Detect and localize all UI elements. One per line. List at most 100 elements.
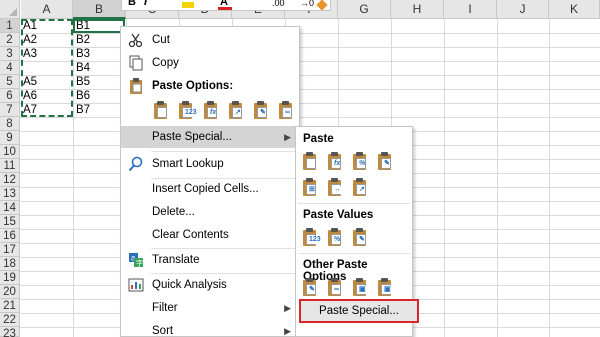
cell-b3[interactable]: B3 bbox=[74, 47, 90, 62]
row-header-5[interactable]: 5 bbox=[0, 75, 20, 89]
keep-source-formatting-icon[interactable]: ✎ bbox=[376, 151, 396, 173]
paste-link-icon[interactable]: ∞ bbox=[277, 100, 297, 122]
copy-icon bbox=[129, 55, 143, 71]
paste-options-header: Paste Options: bbox=[121, 75, 299, 97]
menu-item-sort[interactable]: Sort ▶ bbox=[121, 320, 299, 337]
row-header-3[interactable]: 3 bbox=[0, 47, 20, 61]
menu-item-label: Filter bbox=[152, 302, 178, 314]
paste-options-label: Paste Options: bbox=[152, 80, 234, 92]
column-header-j[interactable]: J bbox=[497, 0, 549, 19]
paste-section-header: Paste bbox=[303, 133, 334, 145]
paste-formatting-icon[interactable]: ✎ bbox=[252, 100, 272, 122]
menu-item-cut[interactable]: Cut bbox=[121, 29, 299, 51]
row-header-7[interactable]: 7 bbox=[0, 103, 20, 117]
paste-formulas-icon[interactable]: fx bbox=[326, 151, 346, 173]
decrease-decimal-button[interactable]: .00 bbox=[272, 0, 285, 8]
values-number-format-icon[interactable]: % bbox=[326, 227, 346, 249]
picture-icon[interactable]: ▣ bbox=[351, 277, 371, 299]
row-header-16[interactable]: 16 bbox=[0, 229, 20, 243]
clipboard-icon bbox=[130, 78, 142, 94]
context-menu: Cut Copy Paste Options: 123 fx ↗ ✎ ∞ Pas… bbox=[120, 26, 300, 337]
italic-button[interactable]: I bbox=[144, 0, 147, 8]
row-header-19[interactable]: 19 bbox=[0, 271, 20, 285]
menu-item-delete[interactable]: Delete... bbox=[121, 201, 299, 223]
increase-decimal-button[interactable]: →0 bbox=[300, 0, 314, 8]
mini-toolbar: B I A .00 →0 bbox=[121, 0, 331, 11]
menu-item-label: Copy bbox=[152, 57, 179, 69]
linked-picture-icon[interactable]: ▣ bbox=[376, 277, 396, 299]
submenu-arrow-icon: ▶ bbox=[284, 303, 291, 313]
paste-transpose-icon[interactable]: ↗ bbox=[227, 100, 247, 122]
column-header-i[interactable]: I bbox=[444, 0, 497, 19]
menu-item-translate[interactable]: a 字 Translate bbox=[121, 249, 299, 271]
menu-item-label: Cut bbox=[152, 34, 170, 46]
menu-item-label: Insert Copied Cells... bbox=[152, 183, 259, 195]
values-icon[interactable]: 123 bbox=[301, 227, 321, 249]
row-header-11[interactable]: 11 bbox=[0, 159, 20, 173]
formatting-icon[interactable]: ✎ bbox=[301, 277, 321, 299]
bold-button[interactable]: B bbox=[128, 0, 136, 8]
row-header-10[interactable]: 10 bbox=[0, 145, 20, 159]
column-header-g[interactable]: G bbox=[338, 0, 391, 19]
row-header-2[interactable]: 2 bbox=[0, 33, 20, 47]
cell-b7[interactable]: B7 bbox=[74, 103, 90, 118]
paste-icon[interactable] bbox=[301, 151, 321, 173]
menu-item-quick-analysis[interactable]: Quick Analysis bbox=[121, 274, 299, 296]
column-header-a[interactable]: A bbox=[21, 0, 73, 19]
column-header-k[interactable]: K bbox=[549, 0, 600, 19]
menu-item-paste-special[interactable]: Paste Special... ▶ bbox=[121, 126, 299, 148]
row-header-20[interactable]: 20 bbox=[0, 285, 20, 299]
copy-marquee bbox=[21, 19, 73, 117]
menu-item-label: Quick Analysis bbox=[152, 279, 227, 291]
menu-item-label: Translate bbox=[152, 254, 200, 266]
select-all-corner[interactable] bbox=[0, 0, 20, 19]
row-header-9[interactable]: 9 bbox=[0, 131, 20, 145]
row-header-8[interactable]: 8 bbox=[0, 117, 20, 131]
menu-item-label: Delete... bbox=[152, 206, 195, 218]
menu-item-label: Clear Contents bbox=[152, 229, 229, 241]
paste-icon[interactable] bbox=[152, 100, 172, 122]
active-cell-border bbox=[73, 19, 125, 33]
row-header-6[interactable]: 6 bbox=[0, 89, 20, 103]
menu-item-clear-contents[interactable]: Clear Contents bbox=[121, 224, 299, 246]
row-header-15[interactable]: 15 bbox=[0, 215, 20, 229]
row-header-22[interactable]: 22 bbox=[0, 313, 20, 327]
keep-column-widths-icon[interactable]: ↔ bbox=[326, 177, 346, 199]
row-header-14[interactable]: 14 bbox=[0, 201, 20, 215]
cell-b6[interactable]: B6 bbox=[74, 89, 90, 104]
row-header-13[interactable]: 13 bbox=[0, 187, 20, 201]
cell-b2[interactable]: B2 bbox=[74, 33, 90, 48]
row-header-4[interactable]: 4 bbox=[0, 61, 20, 75]
menu-item-label: Smart Lookup bbox=[152, 158, 224, 170]
paste-values-icon[interactable]: 123 bbox=[177, 100, 197, 122]
svg-text:字: 字 bbox=[136, 259, 143, 268]
paste-formulas-icon[interactable]: fx bbox=[202, 100, 222, 122]
menu-item-label: Paste Special... bbox=[152, 131, 232, 143]
cell-b5[interactable]: B5 bbox=[74, 75, 90, 90]
row-header-1[interactable]: 1 bbox=[0, 19, 20, 33]
menu-item-filter[interactable]: Filter ▶ bbox=[121, 297, 299, 319]
quick-analysis-icon bbox=[128, 278, 144, 292]
transpose-icon[interactable]: ↗ bbox=[351, 177, 371, 199]
menu-item-insert-copied-cells[interactable]: Insert Copied Cells... bbox=[121, 178, 299, 200]
column-header-h[interactable]: H bbox=[391, 0, 444, 19]
row-header-18[interactable]: 18 bbox=[0, 257, 20, 271]
translate-icon: a 字 bbox=[129, 253, 143, 268]
row-header-23[interactable]: 23 bbox=[0, 327, 20, 337]
menu-item-smart-lookup[interactable]: Smart Lookup bbox=[121, 153, 299, 175]
paste-special-submenu: Paste fx % ✎ ⊞ ↔ ↗ Paste Values 123 % ✎ … bbox=[295, 126, 419, 337]
row-header-12[interactable]: 12 bbox=[0, 173, 20, 187]
format-painter-icon[interactable] bbox=[316, 0, 328, 10]
cell-b4[interactable]: B4 bbox=[74, 61, 90, 76]
menu-item-copy[interactable]: Copy bbox=[121, 52, 299, 74]
values-source-formatting-icon[interactable]: ✎ bbox=[351, 227, 371, 249]
column-header-b[interactable]: B bbox=[73, 0, 126, 19]
row-header-17[interactable]: 17 bbox=[0, 243, 20, 257]
fill-color-icon[interactable] bbox=[182, 2, 194, 8]
row-header-21[interactable]: 21 bbox=[0, 299, 20, 313]
paste-link-icon[interactable]: ∞ bbox=[326, 277, 346, 299]
no-borders-icon[interactable]: ⊞ bbox=[301, 177, 321, 199]
paste-special-dialog-button[interactable]: Paste Special... bbox=[299, 299, 419, 323]
paste-formulas-number-format-icon[interactable]: % bbox=[351, 151, 371, 173]
menu-item-label: Sort bbox=[152, 325, 174, 337]
